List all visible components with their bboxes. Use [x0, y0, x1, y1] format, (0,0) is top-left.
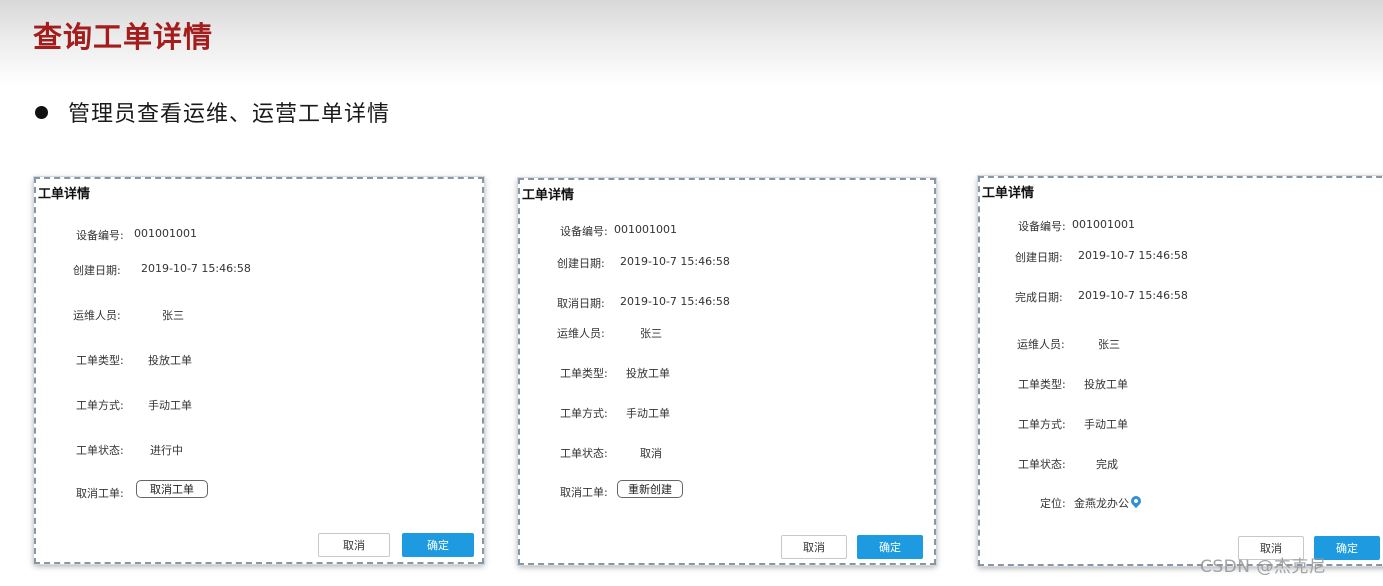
- order-status-value: 取消: [640, 447, 662, 460]
- staff-label: 运维人员:: [557, 327, 605, 340]
- cancel-button[interactable]: 取消: [781, 535, 847, 559]
- dialog-title: 工单详情: [38, 187, 91, 202]
- created-date-label: 创建日期:: [557, 257, 605, 270]
- device-no-label: 设备编号:: [1018, 220, 1066, 233]
- confirm-button[interactable]: 确定: [857, 535, 923, 559]
- created-date-value: 2019-10-7 15:46:58: [1078, 249, 1188, 262]
- device-no-value: 001001001: [1072, 218, 1135, 231]
- recreate-button[interactable]: 重新创建: [617, 480, 683, 498]
- created-date-value: 2019-10-7 15:46:58: [620, 255, 730, 268]
- order-type-label: 工单类型:: [76, 354, 124, 367]
- staff-label: 运维人员:: [1017, 338, 1065, 351]
- order-status-value: 完成: [1096, 458, 1118, 471]
- created-date-label: 创建日期:: [73, 264, 121, 277]
- order-method-value: 手动工单: [148, 399, 192, 412]
- order-status-label: 工单状态:: [1018, 458, 1066, 471]
- order-type-value: 投放工单: [148, 354, 192, 367]
- cancel-button[interactable]: 取消: [318, 533, 390, 557]
- csdn-watermark: CSDN @杰克尼: [1200, 557, 1327, 577]
- order-type-value: 投放工单: [626, 367, 670, 380]
- cancel-order-button[interactable]: 取消工单: [136, 480, 208, 498]
- order-status-label: 工单状态:: [560, 447, 608, 460]
- order-detail-dialog-cancelled: 工单详情 设备编号: 001001001 创建日期: 2019-10-7 15:…: [518, 178, 936, 565]
- recreate-label: 取消工单:: [560, 486, 608, 499]
- bullet-point: 管理员查看运维、运营工单详情: [33, 96, 390, 128]
- created-date-value: 2019-10-7 15:46:58: [141, 262, 251, 275]
- staff-value: 张三: [162, 309, 184, 322]
- cancel-order-label: 取消工单:: [76, 487, 124, 500]
- confirm-button[interactable]: 确定: [402, 533, 474, 557]
- bullet-text: 管理员查看运维、运营工单详情: [68, 102, 391, 127]
- page-title: 查询工单详情: [33, 20, 214, 54]
- device-no-value: 001001001: [614, 223, 677, 236]
- order-type-label: 工单类型:: [560, 367, 608, 380]
- device-no-label: 设备编号:: [560, 225, 608, 238]
- dialog-title: 工单详情: [522, 188, 575, 203]
- cancelled-date-label: 取消日期:: [557, 297, 605, 310]
- staff-label: 运维人员:: [73, 309, 121, 322]
- order-detail-dialog-in-progress: 工单详情 设备编号: 001001001 创建日期: 2019-10-7 15:…: [34, 177, 484, 564]
- device-no-value: 001001001: [134, 227, 197, 240]
- order-type-label: 工单类型:: [1018, 378, 1066, 391]
- staff-value: 张三: [640, 327, 662, 340]
- device-no-label: 设备编号:: [76, 229, 124, 242]
- dialog-title: 工单详情: [982, 186, 1035, 201]
- order-method-label: 工单方式:: [560, 407, 608, 420]
- order-method-value: 手动工单: [626, 407, 670, 420]
- order-status-label: 工单状态:: [76, 444, 124, 457]
- location-value: 金燕龙办公: [1074, 497, 1129, 510]
- order-method-value: 手动工单: [1084, 418, 1128, 431]
- created-date-label: 创建日期:: [1015, 251, 1063, 264]
- order-type-value: 投放工单: [1084, 378, 1128, 391]
- order-detail-dialog-completed: 工单详情 设备编号: 001001001 创建日期: 2019-10-7 15:…: [978, 176, 1383, 566]
- completed-date-label: 完成日期:: [1015, 291, 1063, 304]
- cancelled-date-value: 2019-10-7 15:46:58: [620, 295, 730, 308]
- order-method-label: 工单方式:: [1018, 418, 1066, 431]
- bullet-dot-icon: [35, 105, 48, 119]
- order-status-value: 进行中: [150, 444, 183, 457]
- completed-date-value: 2019-10-7 15:46:58: [1078, 289, 1188, 302]
- location-label: 定位:: [1040, 497, 1066, 510]
- location-pin-icon[interactable]: [1128, 493, 1144, 509]
- order-method-label: 工单方式:: [76, 399, 124, 412]
- staff-value: 张三: [1098, 338, 1120, 351]
